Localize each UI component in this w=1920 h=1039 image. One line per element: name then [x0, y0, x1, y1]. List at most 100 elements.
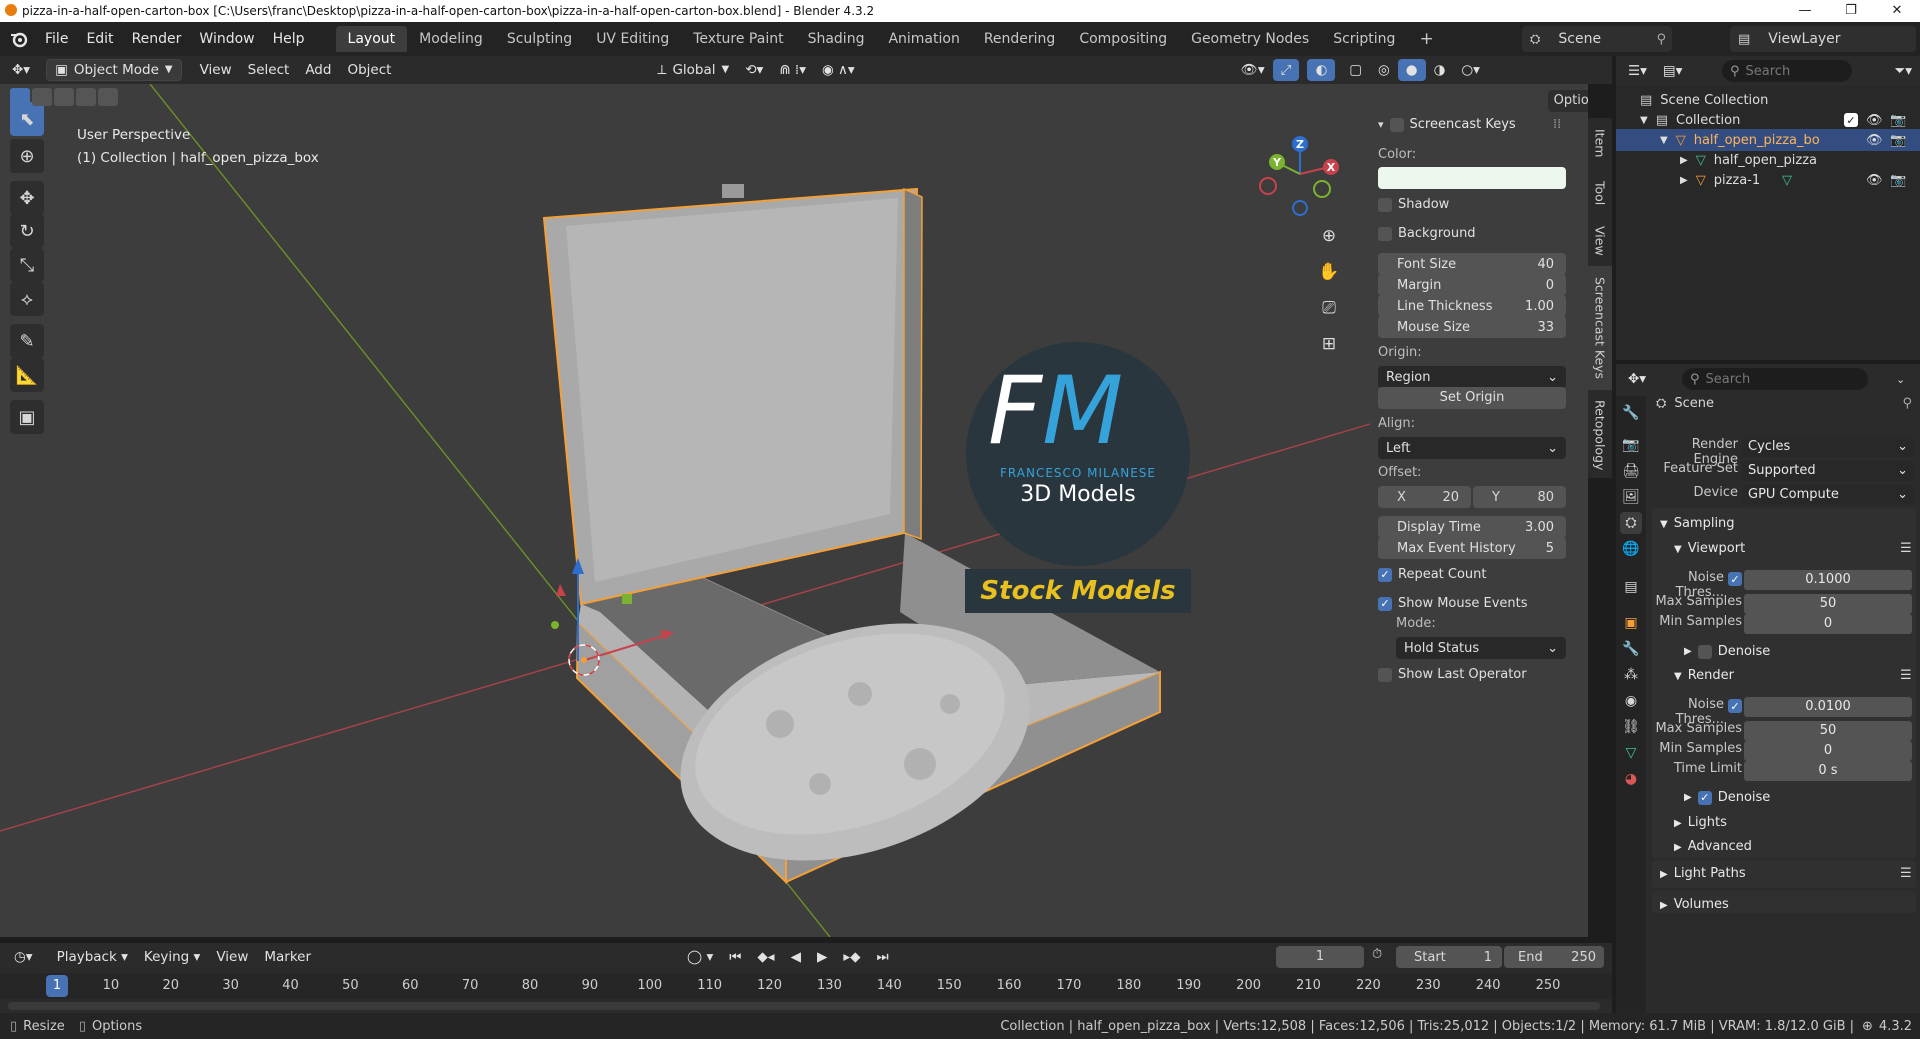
- select-subtract-icon[interactable]: [54, 88, 74, 106]
- camera-icon[interactable]: 📷: [1890, 173, 1906, 188]
- auto-keying-icon[interactable]: ◯ ▾: [679, 946, 721, 968]
- scene-selector[interactable]: ⛭ Scene ⚲: [1522, 26, 1672, 52]
- tab-uv-editing[interactable]: UV Editing: [584, 26, 681, 52]
- options-dropdown[interactable]: Options▾: [1548, 90, 1588, 112]
- render-engine-dropdown[interactable]: Cycles ⌄: [1742, 437, 1914, 457]
- screencast-enable-checkbox[interactable]: [1389, 117, 1404, 132]
- physics-props-icon[interactable]: ◉: [1620, 690, 1642, 712]
- select-invert-icon[interactable]: [76, 88, 96, 106]
- material-props-icon[interactable]: ◕: [1620, 768, 1642, 790]
- tool-props-icon[interactable]: 🔧: [1620, 402, 1642, 424]
- r-max-field[interactable]: 50: [1744, 721, 1912, 741]
- show-mouse-events-checkbox[interactable]: ✓ Show Mouse Events: [1378, 596, 1528, 611]
- mouse-size-field[interactable]: Mouse Size 33: [1378, 316, 1566, 338]
- r-noise-checkbox[interactable]: ✓: [1728, 699, 1742, 713]
- expand-chevron-icon[interactable]: ▼: [1660, 135, 1668, 146]
- menu-window[interactable]: Window: [190, 31, 263, 47]
- tab-texture-paint[interactable]: Texture Paint: [681, 26, 795, 52]
- transform-orientation[interactable]: ⟂ Global ▼: [649, 59, 737, 81]
- timeline-scrollbar[interactable]: [8, 1002, 1600, 1010]
- drag-handle-icon[interactable]: ⁞⁞: [1553, 117, 1561, 132]
- measure-tool-icon[interactable]: 📐: [10, 358, 44, 392]
- jump-end-icon[interactable]: ⏭: [869, 946, 897, 968]
- object-props-icon[interactable]: ▣: [1620, 612, 1642, 634]
- menu-help[interactable]: Help: [264, 31, 314, 47]
- visibility-icon[interactable]: 👁▾: [1233, 59, 1273, 81]
- tab-compositing[interactable]: Compositing: [1067, 26, 1179, 52]
- max-event-history-field[interactable]: Max Event History 5: [1378, 537, 1566, 559]
- background-checkbox[interactable]: Background: [1378, 226, 1476, 241]
- properties-editor-icon[interactable]: ✥▾: [1620, 368, 1654, 390]
- r-denoise-row[interactable]: ▶ ✓ Denoise: [1684, 790, 1770, 805]
- r-noise-field[interactable]: 0.0100: [1744, 697, 1912, 717]
- transform-tool-icon[interactable]: ⟡: [10, 282, 44, 316]
- chevron-down-icon[interactable]: ⌄: [1896, 373, 1905, 386]
- show-last-operator-checkbox[interactable]: Show Last Operator: [1378, 667, 1527, 682]
- outliner-row-mesh-data[interactable]: ▶ ▽ half_open_pizza: [1616, 149, 1920, 171]
- move-tool-icon[interactable]: ✥: [10, 181, 44, 215]
- end-frame-field[interactable]: End 250: [1504, 946, 1604, 968]
- shading-rendered-icon[interactable]: ○▾: [1453, 59, 1488, 81]
- properties-search-input[interactable]: ⚲ Search: [1682, 368, 1868, 390]
- margin-field[interactable]: Margin 0: [1378, 274, 1566, 296]
- light-paths-header[interactable]: ▶ Light Paths: [1660, 866, 1746, 881]
- outliner-row-half-open-pizza-box[interactable]: ▼ ▽ half_open_pizza_bo 👁 📷: [1616, 129, 1920, 151]
- menu-select[interactable]: Select: [240, 59, 298, 81]
- tab-geometry-nodes[interactable]: Geometry Nodes: [1179, 26, 1321, 52]
- cursor-tool-icon[interactable]: ⊕: [10, 139, 44, 173]
- prev-keyframe-icon[interactable]: ◆◂: [749, 946, 782, 968]
- frame-ruler[interactable]: 1 10 20 30 40 50 60 70 80 90 100 110 120 130 140 150 160…: [0, 973, 1612, 999]
- display-mode-icon[interactable]: ▤▾: [1655, 60, 1691, 82]
- data-props-icon[interactable]: ▽: [1620, 742, 1642, 764]
- eye-icon[interactable]: 👁: [1866, 173, 1883, 188]
- tab-sculpting[interactable]: Sculpting: [495, 26, 584, 52]
- set-origin-button[interactable]: Set Origin: [1378, 387, 1566, 409]
- tab-retopology[interactable]: Retopology: [1588, 392, 1612, 478]
- render-props-icon[interactable]: 📷: [1620, 434, 1642, 456]
- tab-modeling[interactable]: Modeling: [407, 26, 495, 52]
- tab-screencast-keys[interactable]: Screencast Keys: [1588, 266, 1612, 390]
- vp-noise-checkbox[interactable]: ✓: [1728, 572, 1742, 586]
- menu-render[interactable]: Render: [123, 31, 191, 47]
- pivot-icon[interactable]: ⟲▾: [737, 59, 771, 81]
- tab-shading[interactable]: Shading: [796, 26, 877, 52]
- scale-tool-icon[interactable]: ⤡: [10, 248, 44, 282]
- camera-icon[interactable]: 📷: [1890, 113, 1906, 128]
- collection-props-icon[interactable]: ▤: [1620, 576, 1642, 598]
- play-reverse-icon[interactable]: ◀: [783, 946, 809, 968]
- display-time-field[interactable]: Display Time 3.00: [1378, 516, 1566, 538]
- line-thickness-field[interactable]: Line Thickness 1.00: [1378, 295, 1566, 317]
- menu-edit[interactable]: Edit: [77, 31, 122, 47]
- offset-y-field[interactable]: Y 80: [1473, 486, 1566, 508]
- color-swatch[interactable]: [1378, 167, 1566, 189]
- menu-marker[interactable]: Marker: [256, 946, 319, 968]
- scene-props-icon[interactable]: ⛭: [1620, 512, 1642, 534]
- view-layer-selector[interactable]: ▤ ViewLayer: [1730, 26, 1916, 52]
- device-dropdown[interactable]: GPU Compute ⌄: [1742, 485, 1914, 505]
- expand-chevron-icon[interactable]: ▼: [1640, 115, 1648, 126]
- shading-solid-icon[interactable]: ●: [1397, 59, 1426, 81]
- origin-dropdown[interactable]: Region ⌄: [1378, 366, 1566, 388]
- mode-dropdown[interactable]: Hold Status ⌄: [1396, 637, 1566, 659]
- tab-layout[interactable]: Layout: [335, 26, 408, 52]
- menu-timeline-view[interactable]: View: [208, 946, 256, 968]
- modifier-props-icon[interactable]: 🔧: [1620, 638, 1642, 660]
- repeat-count-checkbox[interactable]: ✓ Repeat Count: [1378, 567, 1487, 582]
- shading-wireframe-icon[interactable]: ◎: [1370, 59, 1398, 81]
- select-intersect-icon[interactable]: [98, 88, 118, 106]
- annotate-tool-icon[interactable]: ✎: [10, 324, 44, 358]
- filter-icon[interactable]: ⏷▾: [1886, 60, 1920, 82]
- exclude-checkbox[interactable]: ✓: [1844, 113, 1858, 127]
- vp-min-field[interactable]: 0: [1744, 614, 1912, 634]
- outliner-row-pizza-1[interactable]: ▶ ▽ pizza-1 ▽ 👁 📷: [1616, 169, 1920, 191]
- add-cube-tool-icon[interactable]: ▣: [10, 400, 44, 434]
- list-presets-icon[interactable]: ☰: [1900, 541, 1912, 556]
- advanced-subheader[interactable]: ▶ Advanced: [1674, 839, 1752, 854]
- outliner-row-collection[interactable]: ▼ ▤ Collection ✓ 👁 📷: [1616, 109, 1920, 131]
- tab-animation[interactable]: Animation: [876, 26, 971, 52]
- close-button[interactable]: ✕: [1874, 0, 1920, 22]
- vp-denoise-row[interactable]: ▶ Denoise: [1684, 644, 1770, 659]
- world-props-icon[interactable]: 🌐: [1620, 538, 1642, 560]
- offset-x-field[interactable]: X 20: [1378, 486, 1471, 508]
- align-dropdown[interactable]: Left ⌄: [1378, 437, 1566, 459]
